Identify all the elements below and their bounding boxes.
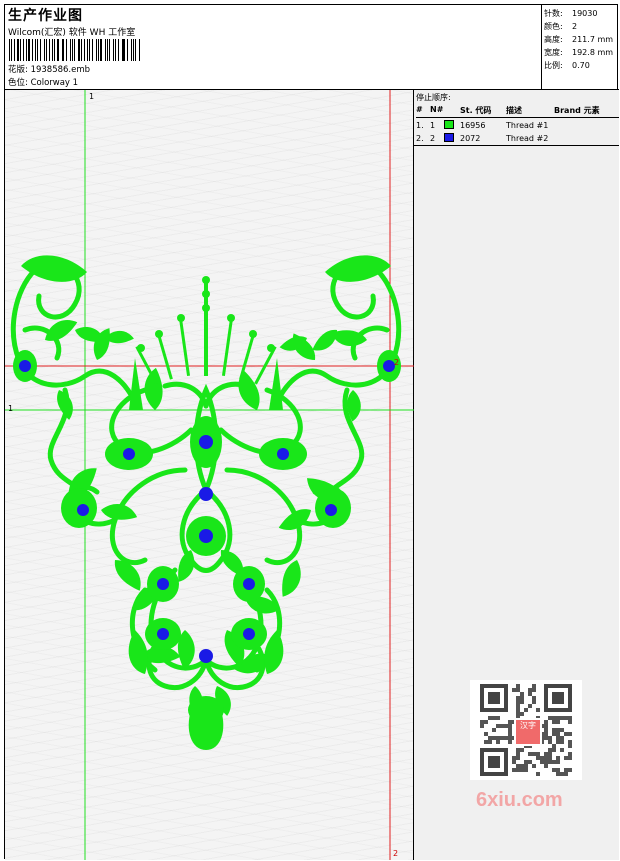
barcode-bar (89, 39, 91, 61)
barcode (9, 39, 141, 61)
barcode-bar (26, 39, 28, 61)
barcode-bar (87, 39, 89, 61)
barcode-bar (118, 39, 119, 61)
guide-label-v1: 1 (89, 92, 95, 101)
barcode-bar (123, 39, 125, 61)
panel-divider (414, 145, 619, 146)
barcode-bar (130, 39, 132, 61)
barcode-bar (57, 39, 59, 61)
stop-sequence-title: 停止顺序: (416, 93, 451, 102)
barcode-bar (52, 39, 54, 61)
embroidery-design (5, 90, 414, 860)
barcode-bar (92, 39, 93, 61)
site-logo-watermark: 6xiu.com (476, 789, 563, 811)
barcode-bar (109, 39, 111, 61)
barcode-bar (9, 39, 11, 61)
stat-stitches: 针数: 19030 (544, 9, 598, 18)
design-file-line: 花版: 1938586.emb (8, 63, 90, 75)
barcode-bar (74, 39, 76, 61)
stat-colors: 颜色: 2 (544, 22, 578, 31)
software-label: Wilcom(汇宏) 软件 WH 工作室 (8, 28, 136, 38)
barcode-bar (81, 39, 82, 61)
barcode-bar (105, 39, 106, 61)
barcode-bar (11, 39, 12, 61)
barcode-bar (65, 39, 68, 61)
barcode-bar (63, 39, 64, 61)
barcode-bar (135, 39, 136, 61)
colorway-label: 色位: (8, 78, 28, 88)
thread-row[interactable]: 1. 1 16956 Thread #1 (416, 120, 619, 131)
barcode-bar (138, 39, 141, 61)
barcode-bar (121, 39, 123, 61)
barcode-bar (35, 39, 36, 61)
barcode-bar (83, 39, 85, 61)
qr-badge: 汉字 (514, 718, 542, 746)
barcode-bar (46, 39, 47, 61)
barcode-bar (70, 39, 71, 61)
colorway-name: Colorway 1 (30, 78, 79, 88)
barcode-bar (71, 39, 73, 61)
barcode-bar (114, 39, 117, 61)
thread-color-swatch (444, 120, 454, 129)
qr-code-watermark: 汉字 (470, 680, 582, 780)
design-label: 花版: (8, 65, 28, 75)
stat-scale: 比例: 0.70 (544, 61, 590, 70)
thread-color-swatch (444, 133, 454, 142)
barcode-bar (28, 39, 30, 61)
barcode-bar (97, 39, 99, 61)
barcode-bar (22, 39, 24, 61)
barcode-bar (31, 39, 33, 61)
design-stats: 针数: 19030 颜色: 2 高度: 211.7 mm 宽度: 192.8 mm 比例… (542, 5, 619, 90)
colorway-line: 色位: Colorway 1 (8, 76, 78, 88)
barcode-bar (132, 39, 134, 61)
stat-height: 高度: 211.7 mm (544, 35, 614, 44)
barcode-bar (127, 39, 128, 61)
thread-1-fill (13, 255, 401, 750)
barcode-bar (17, 39, 20, 61)
design-preview-canvas[interactable]: 1 2 1 2 (5, 90, 414, 860)
barcode-bar (40, 39, 41, 61)
guide-label-h2: 2 (394, 358, 400, 367)
guide-label-h1: 1 (8, 404, 14, 413)
barcode-bar (78, 39, 81, 61)
barcode-bar (48, 39, 50, 61)
thread-row[interactable]: 2. 2 2072 Thread #2 (416, 133, 619, 144)
barcode-bar (106, 39, 108, 61)
barcode-bar (43, 39, 46, 61)
barcode-bar (54, 39, 56, 61)
guide-label-bottom: 2 (393, 849, 399, 858)
barcode-bar (113, 39, 114, 61)
barcode-bar (61, 39, 63, 61)
page-title: 生产作业图 (8, 8, 83, 24)
stat-width: 宽度: 192.8 mm (544, 48, 614, 57)
thread-table-header: # N# St. 代码 描述 Brand 元素 (416, 105, 619, 118)
design-file-name: 1938586.emb (30, 65, 91, 75)
barcode-bar (20, 39, 21, 61)
barcode-bar (13, 39, 15, 61)
barcode-bar (95, 39, 97, 61)
barcode-bar (100, 39, 103, 61)
barcode-bar (36, 39, 39, 61)
header-info: 生产作业图 Wilcom(汇宏) 软件 WH 工作室 花版: 1938586.e… (5, 5, 542, 90)
